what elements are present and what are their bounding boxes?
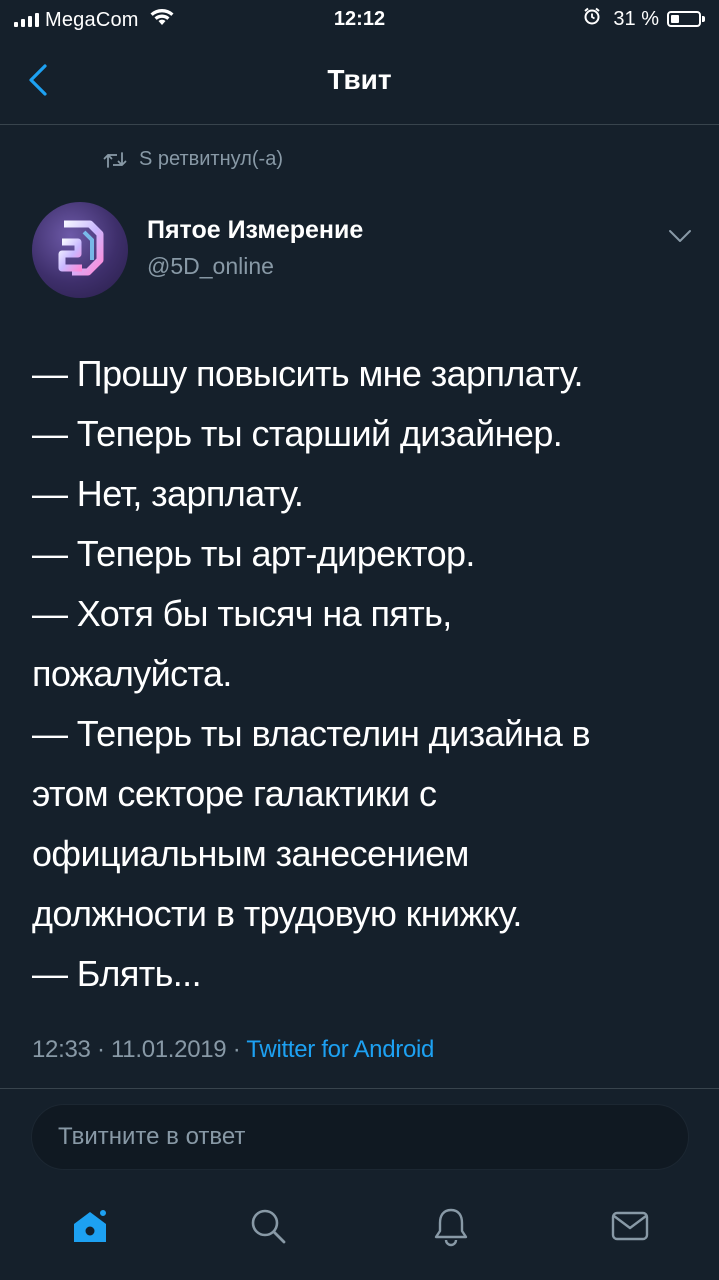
tab-search[interactable] xyxy=(238,1196,298,1256)
tweet-line: — Теперь ты старший дизайнер. xyxy=(32,413,563,454)
author-name[interactable]: Пятое Измерение xyxy=(147,216,363,245)
tweet-source-link[interactable]: Twitter for Android xyxy=(246,1036,434,1063)
tweet-line: пожалуйста. xyxy=(32,653,232,694)
tweet-line: должности в трудовую книжку. xyxy=(32,893,522,934)
tweet-date: 11.01.2019 xyxy=(111,1036,227,1063)
alarm-icon xyxy=(583,7,601,31)
battery-level xyxy=(671,15,679,23)
tweet-line: — Теперь ты арт-директор. xyxy=(32,533,475,574)
nav-bar: Твит xyxy=(0,40,719,125)
tab-notifications[interactable] xyxy=(421,1196,481,1256)
5d-logo-icon xyxy=(58,220,104,276)
tweet-line: — Блять... xyxy=(32,953,202,994)
chevron-down-icon xyxy=(669,230,691,242)
tweet-line: — Нет, зарплату. xyxy=(32,473,304,514)
tweet-meta: 12:33 · 11.01.2019 · Twitter for Android xyxy=(32,1036,434,1064)
search-icon xyxy=(251,1209,286,1244)
bell-icon xyxy=(434,1208,468,1247)
reply-input[interactable]: Твитните в ответ xyxy=(31,1104,689,1170)
status-right: 31 % xyxy=(583,7,705,31)
tweet-line: — Теперь ты властелин дизайна в xyxy=(32,713,591,754)
reply-placeholder: Твитните в ответ xyxy=(58,1123,246,1150)
author-handle[interactable]: @5D_online xyxy=(147,253,274,280)
page-title: Твит xyxy=(327,64,392,95)
tab-bar xyxy=(0,1186,719,1280)
retweet-indicator[interactable]: S ретвитнул(-а) xyxy=(103,148,283,171)
meta-separator: · xyxy=(232,1036,241,1063)
tab-home[interactable] xyxy=(60,1196,120,1256)
meta-separator: · xyxy=(96,1036,105,1063)
retweet-icon xyxy=(103,151,127,168)
mail-icon xyxy=(611,1211,649,1241)
tweet-text: — Прошу повысить мне зарплату. — Теперь … xyxy=(32,344,692,1004)
battery-tip xyxy=(702,16,705,22)
tweet-line: — Хотя бы тысяч на пять, xyxy=(32,593,452,634)
retweeted-by-text: S ретвитнул(-а) xyxy=(139,148,283,170)
tweet-line: этом секторе галактики с xyxy=(32,773,437,814)
home-icon xyxy=(74,1208,108,1242)
status-bar: MegaCom 12:12 31 % xyxy=(0,0,719,40)
tweet-line: — Прошу повысить мне зарплату. xyxy=(32,353,584,394)
tweet-line: официальным занесением xyxy=(32,833,469,874)
tweet-options-button[interactable] xyxy=(664,222,696,250)
divider xyxy=(0,1088,719,1089)
battery-icon xyxy=(667,11,701,27)
tweet-time: 12:33 xyxy=(32,1036,91,1063)
battery-percent: 31 % xyxy=(613,7,659,30)
tab-messages[interactable] xyxy=(600,1196,660,1256)
avatar[interactable] xyxy=(32,202,128,298)
